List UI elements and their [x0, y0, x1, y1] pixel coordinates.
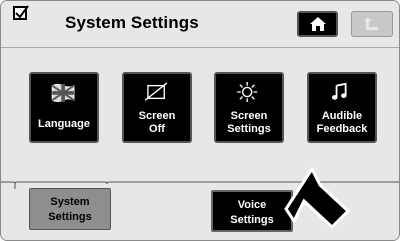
back-button[interactable] [351, 11, 393, 37]
screen-settings-label: Screen Settings [227, 110, 271, 135]
header-bar: System Settings [1, 1, 399, 48]
sun-icon [237, 82, 258, 102]
arrow-pointer-icon [284, 167, 351, 230]
audible-feedback-label: Audible Feedback [316, 110, 368, 135]
language-label: Language [38, 118, 90, 130]
back-arrow-icon [364, 17, 378, 30]
screen-off-label: Screen Off [138, 110, 176, 135]
screen-settings-button[interactable]: Screen Settings [214, 72, 284, 143]
screen-off-button[interactable]: Screen Off [122, 72, 192, 143]
checkbox-check-icon [13, 5, 29, 20]
language-button[interactable]: Language [29, 72, 99, 143]
audible-feedback-button[interactable]: Audible Feedback [307, 72, 377, 143]
page-title: System Settings [65, 13, 199, 32]
home-button[interactable] [297, 11, 338, 37]
settings-screen: System Settings Language Screen Off Scre… [0, 0, 400, 241]
voice-settings-button[interactable]: Voice Settings [211, 190, 293, 232]
home-icon [310, 17, 326, 31]
flag-icon [51, 83, 75, 102]
screen-off-icon [144, 82, 168, 101]
system-settings-tab[interactable]: System Settings [29, 188, 111, 230]
music-note-icon [332, 82, 347, 100]
